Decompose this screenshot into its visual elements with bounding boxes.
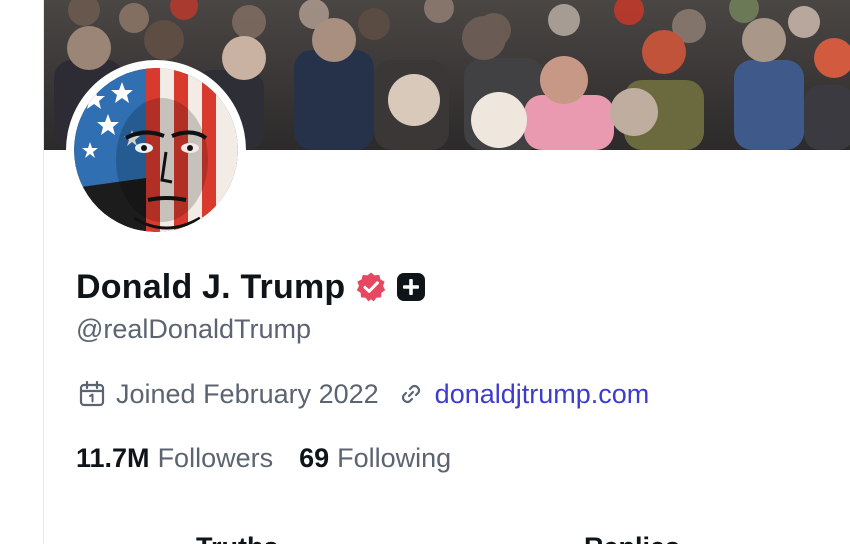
follow-stats: 11.7M Followers 69 Following [76, 440, 451, 476]
profile-avatar-frame[interactable] [66, 60, 246, 240]
profile-handle: @realDonaldTrump [76, 314, 311, 344]
plus-badge-icon[interactable] [396, 272, 426, 302]
calendar-icon [79, 380, 105, 407]
following-label: Following [337, 442, 452, 473]
following-count: 69 [299, 442, 330, 473]
website-link[interactable]: donaldjtrump.com [435, 379, 650, 410]
followers-count: 11.7M [76, 442, 150, 473]
verified-badge-icon[interactable] [355, 271, 387, 303]
tab-truths[interactable]: Truths [196, 532, 279, 544]
avatar[interactable] [74, 68, 238, 232]
name-row: Donald J. Trump [76, 266, 426, 308]
tab-replies[interactable]: Replies [584, 532, 680, 544]
following-stat[interactable]: 69 Following [299, 443, 451, 474]
followers-stat[interactable]: 11.7M Followers [76, 443, 273, 474]
joined-date: Joined February 2022 [116, 378, 379, 409]
followers-label: Followers [157, 442, 274, 473]
link-icon [401, 384, 420, 404]
display-name: Donald J. Trump [76, 267, 346, 306]
profile-meta: Joined February 2022 donaldjtrump.com [78, 376, 649, 412]
profile-tabs: Truths Replies [44, 532, 850, 544]
